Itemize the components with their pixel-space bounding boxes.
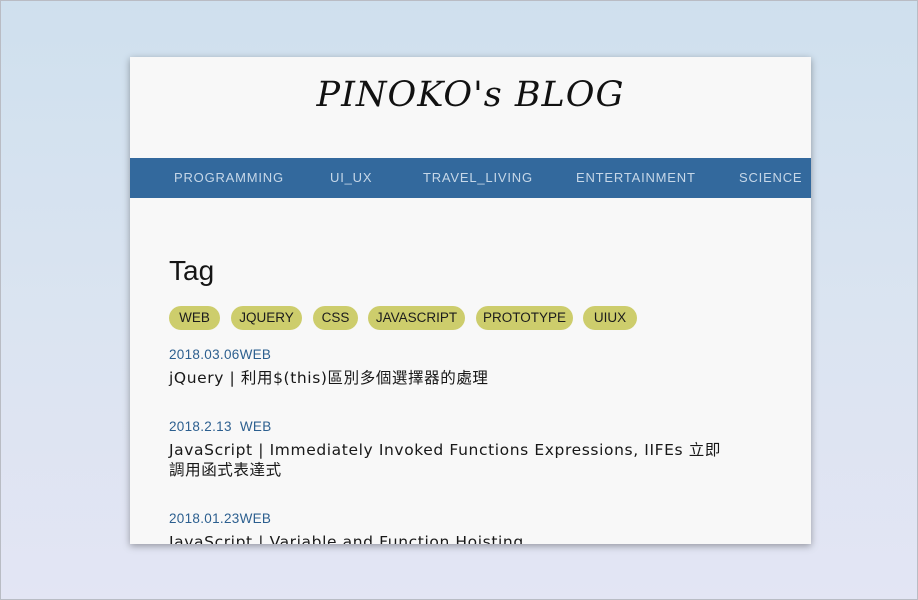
post-date-category: 2018.01.23WEB [169, 511, 272, 526]
blog-title[interactable]: PINOKO's BLOG [130, 75, 811, 115]
post-title-link[interactable]: jQuery | 利用$(this)區別多個選擇器的處理 [169, 368, 721, 388]
post-title-link[interactable]: JavaScript | Immediately Invoked Functio… [169, 440, 721, 480]
tag-prototype[interactable]: PROTOTYPE [476, 306, 573, 330]
tag-css[interactable]: CSS [313, 306, 358, 330]
page-heading: Tag [169, 255, 215, 286]
tag-web[interactable]: WEB [169, 306, 220, 330]
tag-uiux[interactable]: UIUX [583, 306, 637, 330]
nav-item-ui-ux[interactable]: UI_UX [330, 158, 372, 198]
browser-window: PINOKO's BLOG PROGRAMMING UI_UX TRAVEL_L… [130, 57, 811, 544]
tag-javascript[interactable]: JAVASCRIPT [368, 306, 465, 330]
post-item: 2018.01.23WEB JavaScript | Variable and … [169, 510, 721, 544]
nav-item-science[interactable]: SCIENCE [739, 158, 802, 198]
post-title-link[interactable]: JavaScript | Variable and Function Hoist… [169, 532, 721, 544]
post-item: 2018.2.13 WEB JavaScript | Immediately I… [169, 418, 721, 480]
post-date-category: 2018.03.06WEB [169, 347, 272, 362]
nav-item-programming[interactable]: PROGRAMMING [174, 158, 284, 198]
nav-item-travel-living[interactable]: TRAVEL_LIVING [423, 158, 533, 198]
post-item: 2018.03.06WEB jQuery | 利用$(this)區別多個選擇器的… [169, 346, 721, 388]
nav-item-entertainment[interactable]: ENTERTAINMENT [576, 158, 696, 198]
category-nav: PROGRAMMING UI_UX TRAVEL_LIVING ENTERTAI… [130, 158, 811, 198]
tag-jquery[interactable]: JQUERY [231, 306, 302, 330]
post-date-category: 2018.2.13 WEB [169, 419, 272, 434]
